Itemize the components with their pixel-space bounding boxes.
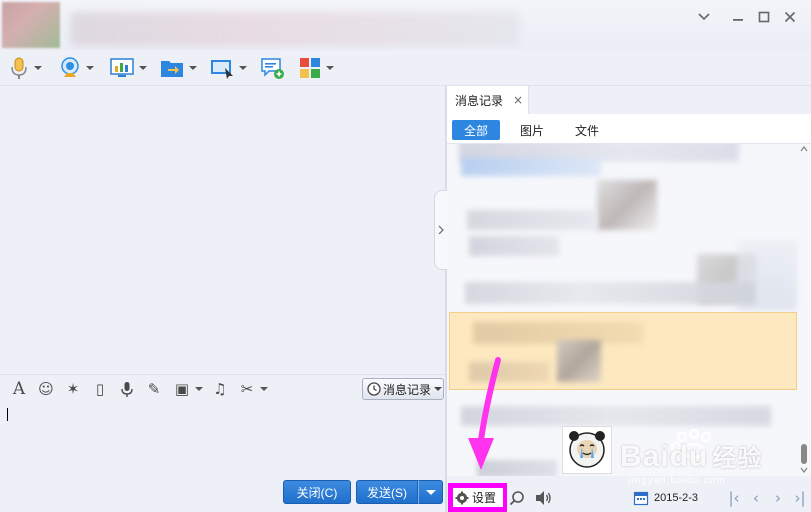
avatar[interactable] (2, 2, 60, 48)
last-page-button[interactable]: ›| (791, 488, 809, 508)
next-page-button[interactable]: › (769, 488, 787, 508)
input-toolbar: A ☺ ✶ ▯ ✎ ▣ ♫ ✂ 消息记录 (0, 374, 445, 402)
chevron-down-icon[interactable] (260, 387, 268, 391)
magic-emoticon-icon[interactable]: ✶ (63, 379, 83, 399)
filter-all[interactable]: 全部 (452, 120, 500, 140)
microphone-icon (11, 57, 27, 79)
font-icon[interactable]: A (9, 379, 29, 399)
chevron-down-icon (139, 66, 147, 70)
music-icon[interactable]: ♫ (210, 379, 230, 399)
scroll-down-icon[interactable] (800, 467, 808, 473)
send-bar: 关闭(C) 发送(S) (0, 476, 445, 512)
history-scrollbar[interactable] (798, 144, 810, 476)
remote-desktop-icon (211, 60, 233, 79)
chevron-down-icon (326, 66, 334, 70)
send-options-button[interactable] (418, 480, 443, 504)
message-area[interactable] (0, 86, 445, 374)
blurred-message (477, 460, 557, 476)
clock-icon (367, 382, 381, 396)
send-image-icon[interactable]: ▣ (172, 379, 192, 399)
scroll-thumb[interactable] (801, 444, 807, 464)
history-tab-label: 消息记录 (455, 93, 504, 108)
blurred-message (469, 236, 559, 256)
create-discussion-button[interactable] (260, 54, 286, 82)
message-input[interactable] (0, 402, 445, 476)
chevron-down-icon (425, 489, 436, 495)
filter-files[interactable]: 文件 (563, 120, 611, 140)
voice-call-button[interactable] (8, 54, 42, 82)
blurred-message (469, 362, 549, 382)
chevron-down-icon (434, 387, 443, 391)
voice-message-icon[interactable] (117, 379, 137, 399)
close-tab-icon[interactable]: × (513, 93, 523, 107)
screen-share-icon (110, 58, 134, 77)
title-bar (0, 0, 811, 50)
close-window-button[interactable] (780, 8, 800, 26)
edit-icon[interactable]: ✎ (144, 379, 164, 399)
blurred-message (461, 158, 601, 176)
scroll-up-icon[interactable] (800, 146, 808, 152)
chevron-down-icon (189, 66, 197, 70)
chevron-down-icon (34, 66, 42, 70)
close-chat-button[interactable]: 关闭(C) (283, 480, 351, 504)
filter-images[interactable]: 图片 (508, 120, 556, 140)
minimize-button[interactable] (728, 8, 748, 26)
remote-desktop-button[interactable] (209, 54, 247, 82)
apps-icon (300, 58, 320, 78)
new-discussion-icon (261, 58, 284, 79)
search-icon[interactable] (507, 488, 527, 508)
screenshot-scissors-icon[interactable]: ✂ (237, 379, 257, 399)
meme-sticker-image (562, 426, 612, 474)
send-button[interactable]: 发送(S) (356, 480, 418, 504)
chevron-down-icon (239, 66, 247, 70)
contact-name-blurred (70, 12, 520, 46)
blurred-message (461, 406, 771, 426)
maximize-button[interactable] (754, 8, 774, 26)
dropdown-icon[interactable] (694, 8, 714, 26)
gear-icon (455, 491, 469, 504)
settings-label: 设置 (472, 491, 497, 505)
chat-toolbar (0, 50, 811, 86)
baidu-jingyan-watermark: Baidu 经验 jingyan.baidu.com (616, 425, 766, 495)
apps-button[interactable] (298, 54, 334, 82)
emoji-icon[interactable]: ☺ (36, 379, 56, 399)
text-cursor (7, 408, 8, 421)
history-settings-button[interactable]: 设置 (453, 488, 503, 507)
chevron-down-icon (86, 66, 94, 70)
screen-share-button[interactable] (109, 54, 147, 82)
video-call-button[interactable] (58, 54, 94, 82)
file-transfer-button[interactable] (159, 54, 197, 82)
watermark-suffix: 经验 (712, 445, 763, 472)
blurred-message (465, 282, 755, 304)
speaker-icon[interactable] (533, 488, 553, 508)
watermark-url: jingyan.baidu.com (628, 475, 726, 486)
message-history-label: 消息记录 (383, 382, 432, 397)
tab-message-history[interactable]: 消息记录 × (447, 86, 529, 114)
watermark-brand: Baidu (620, 440, 709, 473)
blurred-image (597, 180, 657, 230)
chevron-down-icon[interactable] (195, 387, 203, 391)
vibrate-window-icon[interactable]: ▯ (90, 379, 110, 399)
blurred-image (557, 340, 601, 382)
file-transfer-icon (161, 61, 183, 77)
history-filter-bar: 全部 图片 文件 (447, 114, 811, 144)
chevron-right-icon (438, 225, 444, 235)
blurred-message (467, 210, 597, 230)
collapse-panel-handle[interactable] (434, 190, 448, 270)
webcam-icon (61, 57, 79, 77)
message-history-button[interactable]: 消息记录 (362, 378, 444, 400)
